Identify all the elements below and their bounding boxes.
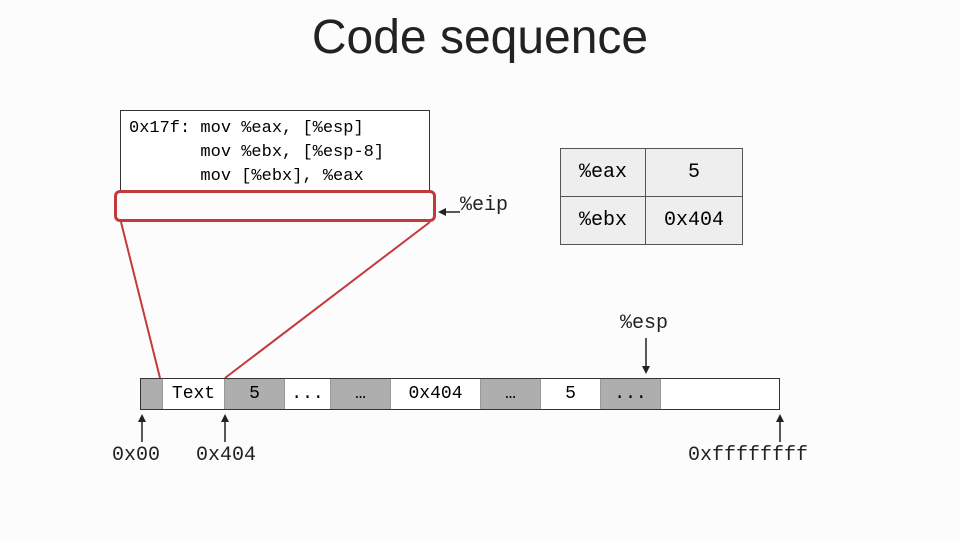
- addr-start-label: 0x00: [112, 444, 160, 467]
- eip-label: %eip: [460, 194, 508, 217]
- esp-label: %esp: [620, 312, 668, 335]
- arrow-up-icon: [136, 414, 148, 442]
- memory-strip: Text 5 ... … 0x404 … 5 ...: [140, 378, 780, 410]
- arrow-left-icon: [438, 206, 460, 218]
- addr-heap-label: 0x404: [196, 444, 256, 467]
- code-line-2: mov %ebx, [%esp-8]: [129, 141, 421, 165]
- reg-value-ebx: 0x404: [646, 197, 743, 245]
- mem-cell-5a: 5: [225, 379, 285, 409]
- register-table: %eax 5 %ebx 0x404: [560, 148, 743, 245]
- mem-cell-gap3: …: [481, 379, 541, 409]
- reg-value-eax: 5: [646, 149, 743, 197]
- page-title: Code sequence: [0, 10, 960, 65]
- arrow-up-icon: [774, 414, 786, 442]
- reg-row-ebx: %ebx 0x404: [561, 197, 743, 245]
- mem-cell-gap2: …: [331, 379, 391, 409]
- mem-cell-gap1: ...: [285, 379, 331, 409]
- reg-name-ebx: %ebx: [561, 197, 646, 245]
- code-listing-box: 0x17f: mov %eax, [%esp] mov %ebx, [%esp-…: [120, 110, 430, 193]
- arrow-down-icon: [640, 338, 652, 374]
- mem-cell-0x404: 0x404: [391, 379, 481, 409]
- arrow-up-icon: [219, 414, 231, 442]
- eip-highlight-box: [114, 190, 436, 222]
- addr-end-label: 0xffffffff: [688, 444, 808, 467]
- mem-cell-tail: [661, 379, 779, 409]
- code-line-3: mov [%ebx], %eax: [129, 165, 421, 189]
- reg-name-eax: %eax: [561, 149, 646, 197]
- mem-cell-5b: 5: [541, 379, 601, 409]
- mem-cell-pad-left: [141, 379, 163, 409]
- mem-cell-text: Text: [163, 379, 225, 409]
- reg-row-eax: %eax 5: [561, 149, 743, 197]
- code-line-1: 0x17f: mov %eax, [%esp]: [129, 117, 421, 141]
- mem-cell-gap4: ...: [601, 379, 661, 409]
